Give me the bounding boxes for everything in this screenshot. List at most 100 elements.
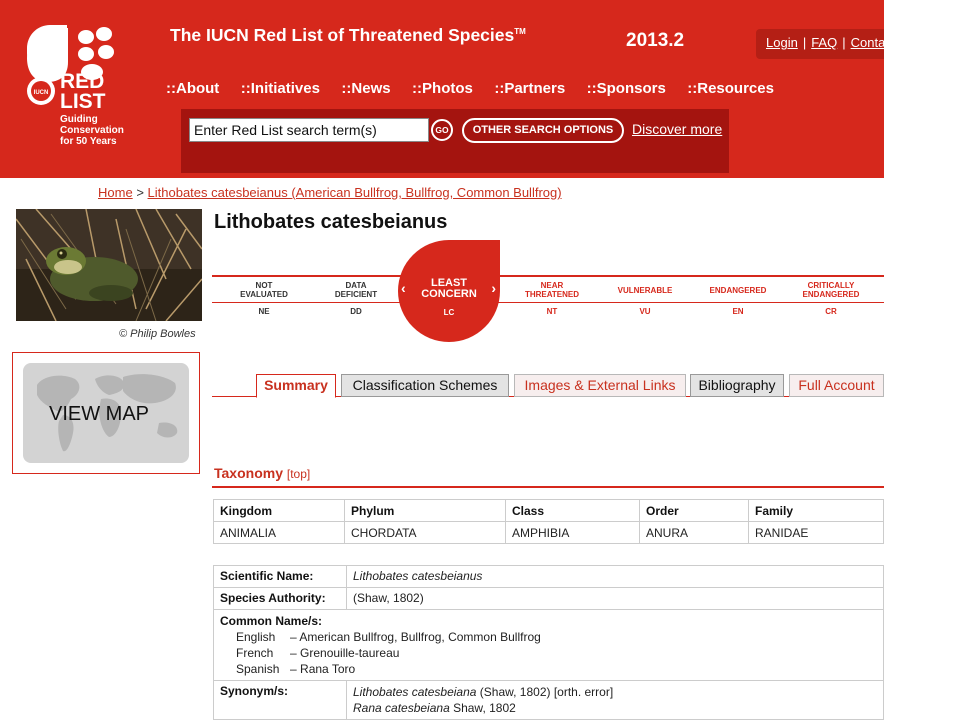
logo-word-list: LIST [60, 90, 106, 113]
species-authority-value: (Shaw, 1802) [346, 587, 884, 610]
tab-full-account[interactable]: Full Account [789, 374, 884, 397]
synonym-item: Lithobates catesbeiana (Shaw, 1802) [ort… [353, 684, 877, 700]
synonyms-label: Synonym/s: [213, 680, 347, 720]
logo-tagline-2: Conservation [60, 125, 124, 136]
status-label-line1: DATA [345, 281, 367, 290]
synonym-name: Rana catesbeiana [353, 701, 450, 715]
taxonomy-header-row: Kingdom Phylum Class Order Family [213, 499, 884, 522]
species-authority-row: Species Authority: (Shaw, 1802) [213, 587, 884, 610]
nav-resources[interactable]: ::Resources [687, 80, 774, 97]
contact-link[interactable]: Conta [851, 35, 884, 50]
common-names-row: Common Name/s: English – American Bullfro… [213, 609, 884, 681]
top-link-separator: | [802, 35, 807, 50]
tab-classification-schemes[interactable]: Classification Schemes [341, 374, 509, 397]
view-map-label[interactable]: VIEW MAP [49, 403, 149, 426]
breadcrumb-home[interactable]: Home [98, 185, 133, 200]
common-name-spanish: Spanish – Rana Toro [220, 661, 877, 677]
current-status-label: LEAST CONCERN [398, 278, 500, 300]
common-name-lang: Spanish [236, 662, 280, 676]
trademark-mark: TM [514, 27, 526, 37]
red-list-logo[interactable]: IUCN RED LIST Guiding Conservation for 5… [22, 20, 162, 160]
current-status-least-concern[interactable]: ‹ LEAST CONCERN LC › [398, 240, 500, 342]
site-header: IUCN RED LIST Guiding Conservation for 5… [0, 0, 884, 178]
logo-badge-text: IUCN [34, 90, 49, 96]
nav-partners[interactable]: ::Partners [494, 80, 565, 97]
taxonomy-col-order: Order [639, 499, 749, 522]
status-endangered-label[interactable]: ENDANGERED [696, 286, 780, 295]
common-name-dash: – [290, 662, 297, 676]
species-tabs: Summary Classification Schemes Images & … [212, 373, 884, 398]
status-critically-endangered-label[interactable]: CRITICALLY ENDANGERED [789, 281, 873, 299]
common-names-label: Common Name/s: [220, 614, 323, 628]
breadcrumb-separator: > [136, 185, 144, 200]
login-link[interactable]: Login [766, 35, 798, 50]
common-name-values: Grenouille-taureau [300, 646, 400, 660]
breadcrumb: Home > Lithobates catesbeianus (American… [98, 185, 562, 200]
tab-bibliography[interactable]: Bibliography [690, 374, 784, 397]
status-bar-line-mid [212, 302, 884, 303]
status-label-line2: THREATENED [524, 290, 580, 299]
taxonomy-top-link[interactable]: [top] [287, 467, 310, 481]
search-input[interactable] [189, 118, 429, 142]
taxonomy-order: ANURA [639, 521, 749, 544]
synonym-item: Rana catesbeiana Shaw, 1802 [353, 700, 877, 716]
status-en-code: EN [732, 307, 744, 316]
breadcrumb-current[interactable]: Lithobates catesbeianus (American Bullfr… [148, 185, 562, 200]
common-name-values: American Bullfrog, Bullfrog, Common Bull… [299, 630, 541, 644]
common-name-dash: – [290, 630, 297, 644]
other-search-options-button[interactable]: OTHER SEARCH OPTIONS [462, 118, 624, 143]
site-title: The IUCN Red List of Threatened SpeciesT… [170, 25, 526, 46]
site-title-text: The IUCN Red List of Threatened Species [170, 25, 515, 45]
taxonomy-class: AMPHIBIA [505, 521, 640, 544]
status-near-threatened-label[interactable]: NEAR THREATENED [510, 281, 594, 299]
status-not-evaluated-label[interactable]: NOT EVALUATED [222, 281, 306, 299]
view-map-box[interactable]: VIEW MAP [12, 352, 200, 474]
common-name-english: English – American Bullfrog, Bullfrog, Co… [220, 629, 877, 645]
chevron-right-icon[interactable]: › [491, 280, 496, 296]
scientific-name-value: Lithobates catesbeianus [346, 565, 884, 588]
taxonomy-value-row: ANIMALIA CHORDATA AMPHIBIA ANURA RANIDAE [213, 521, 884, 544]
status-vulnerable-label[interactable]: VULNERABLE [603, 286, 687, 295]
tab-images-external-links[interactable]: Images & External Links [514, 374, 686, 397]
common-name-lang: French [236, 646, 274, 660]
taxonomy-table: Kingdom Phylum Class Order Family ANIMAL… [213, 499, 884, 544]
status-ne-code: NE [258, 307, 270, 316]
tab-summary[interactable]: Summary [256, 374, 336, 398]
common-name-values: Rana Toro [300, 662, 356, 676]
version-label: 2013.2 [626, 30, 685, 51]
status-vu-code: VU [639, 307, 651, 316]
synonym-authority: (Shaw, 1802) [orth. error] [476, 685, 614, 699]
species-name: Lithobates catesbeianus [214, 211, 448, 233]
go-button[interactable]: GO [431, 119, 453, 141]
top-links: Login | FAQ | Conta [756, 29, 884, 59]
nav-news[interactable]: ::News [341, 80, 390, 97]
common-name-dash: – [290, 646, 297, 660]
photo-credit: © Philip Bowles [119, 328, 196, 340]
status-label-line1: CRITICALLY [807, 281, 855, 290]
status-label-line1: VULNERABLE [617, 286, 673, 295]
status-data-deficient-label[interactable]: DATA DEFICIENT [314, 281, 398, 299]
nav-photos[interactable]: ::Photos [412, 80, 473, 97]
nav-sponsors[interactable]: ::Sponsors [587, 80, 666, 97]
synonyms-row: Synonym/s: Lithobates catesbeiana (Shaw,… [213, 680, 884, 720]
current-status-line2: CONCERN [421, 288, 477, 300]
status-label-line1: NEAR [540, 281, 564, 290]
nav-initiatives[interactable]: ::Initiatives [241, 80, 320, 97]
synonym-name: Lithobates catesbeiana [353, 685, 477, 699]
species-details-table: Scientific Name: Lithobates catesbeianus… [213, 565, 884, 720]
status-dd-code: DD [350, 307, 362, 316]
discover-more-link[interactable]: Discover more [632, 121, 722, 137]
taxonomy-family: RANIDAE [748, 521, 884, 544]
status-label-line1: NOT [255, 281, 273, 290]
page: IUCN RED LIST Guiding Conservation for 5… [0, 0, 960, 720]
taxonomy-heading: Taxonomy [top] [214, 465, 310, 481]
taxonomy-col-class: Class [505, 499, 640, 522]
faq-link[interactable]: FAQ [811, 35, 837, 50]
status-cr-code: CR [825, 307, 837, 316]
status-label-line1: ENDANGERED [709, 286, 767, 295]
nav-about[interactable]: ::About [166, 80, 219, 97]
taxonomy-heading-text: Taxonomy [214, 465, 283, 481]
taxonomy-col-phylum: Phylum [344, 499, 506, 522]
species-photo[interactable] [16, 209, 202, 321]
taxonomy-kingdom: ANIMALIA [213, 521, 345, 544]
